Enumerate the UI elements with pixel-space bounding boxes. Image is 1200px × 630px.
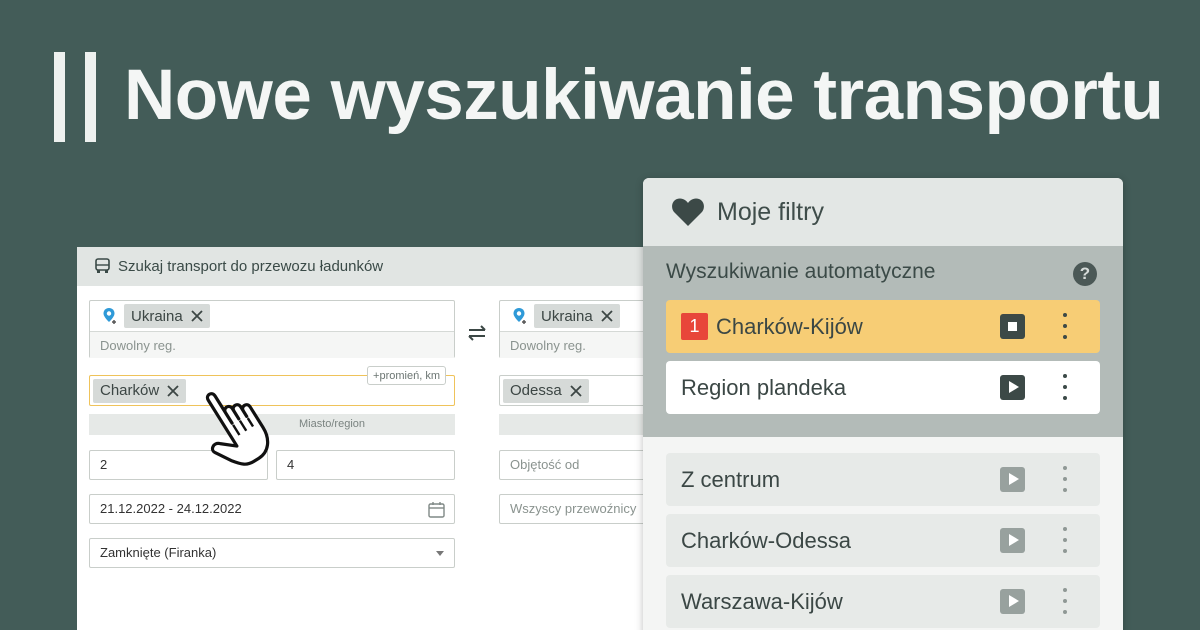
date-range-value: 21.12.2022 - 24.12.2022 [100,501,242,516]
stop-icon[interactable] [1000,314,1025,339]
body-type-value: Zamknięte (Firanka) [100,545,217,560]
headline: Nowe wyszukiwanie transportu [124,56,1164,135]
play-icon[interactable] [1000,375,1025,400]
filter-label: Charków-Kijów [716,313,863,339]
calendar-icon[interactable] [428,501,445,518]
date-range-input[interactable]: 21.12.2022 - 24.12.2022 [89,494,455,524]
filter-label: Warszawa-Kijów [681,588,843,614]
play-icon[interactable] [1000,467,1025,492]
weight-to-input[interactable]: 4 [276,450,455,480]
from-city-chip[interactable]: Charków [93,378,187,403]
filter-row-z-centrum[interactable]: Z centrum [666,453,1100,506]
more-options-icon[interactable] [1063,588,1067,615]
hand-pointer-icon [205,392,270,466]
from-city-label: Charków [100,382,160,399]
more-options-icon[interactable] [1063,466,1067,493]
filters-title: Moje filtry [717,197,824,226]
to-country-label: Ukraina [541,307,593,325]
filters-header: Moje filtry [643,178,1123,246]
to-city-label: Odessa [510,382,562,399]
swap-arrows-icon[interactable] [465,323,489,343]
body-type-select[interactable]: Zamknięte (Firanka) [89,538,455,568]
auto-search-title: Wyszukiwanie automatyczne [666,260,936,283]
more-options-icon[interactable] [1063,313,1067,340]
play-icon[interactable] [1000,589,1025,614]
my-filters-panel: Moje filtry Wyszukiwanie automatyczne ? … [643,178,1123,630]
remove-chip-icon[interactable] [191,310,203,322]
heart-icon [672,198,704,226]
filter-label: Region plandeka [681,374,847,400]
to-country-chip[interactable]: Ukraina [534,304,620,328]
radius-button[interactable]: +promień, km [367,366,446,385]
remove-chip-icon[interactable] [570,384,582,397]
truck-icon [95,258,110,273]
remove-chip-icon[interactable] [167,384,179,397]
from-country-chip[interactable]: Ukraina [124,304,210,328]
filter-label: Charków-Odessa [681,527,851,553]
filter-row-charkow-kijow[interactable]: 1 Charków-Kijów [666,300,1100,353]
counter-badge: 1 [681,313,708,340]
to-city-chip[interactable]: Odessa [503,378,589,403]
auto-search-section: Wyszukiwanie automatyczne ? 1 Charków-Ki… [643,246,1123,437]
more-options-icon[interactable] [1063,527,1067,554]
remove-chip-icon[interactable] [601,310,613,322]
from-location-field[interactable]: Ukraina Dowolny reg. [89,300,455,358]
more-options-icon[interactable] [1063,374,1067,401]
search-form-card: Szukaj transport do przewozu ładunków Uk… [77,247,699,630]
filter-row-warszawa-kijow[interactable]: Warszawa-Kijów [666,575,1100,628]
headline-bars [54,52,98,142]
search-header: Szukaj transport do przewozu ładunków [77,247,677,286]
from-country-label: Ukraina [131,307,183,325]
search-header-title: Szukaj transport do przewozu ładunków [118,258,384,275]
filter-label: Z centrum [681,466,781,492]
location-pin-icon [513,308,526,324]
filter-row-region-plandeka[interactable]: Region plandeka [666,361,1100,414]
play-icon[interactable] [1000,528,1025,553]
filter-row-charkow-odessa[interactable]: Charków-Odessa [666,514,1100,567]
chevron-down-icon [436,551,444,556]
location-pin-icon [103,308,116,324]
help-icon[interactable]: ? [1073,262,1097,286]
from-region-input[interactable]: Dowolny reg. [90,331,454,358]
